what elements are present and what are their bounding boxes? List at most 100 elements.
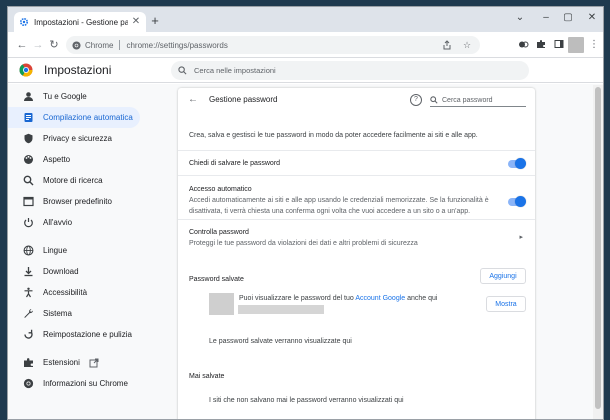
sidebar-item-label: Accessibilità — [43, 288, 88, 297]
sidebar-item-label: Aspetto — [43, 155, 71, 164]
sidebar-item-label: All'avvio — [43, 218, 73, 227]
tab-title: Impostazioni - Gestione passwo — [34, 17, 128, 27]
power-icon — [22, 217, 34, 229]
check-passwords-title: Controlla password — [189, 229, 249, 236]
show-account-passwords-button[interactable]: Mostra — [486, 296, 526, 312]
close-window-button[interactable]: ✕ — [582, 10, 602, 26]
help-icon[interactable]: ? — [410, 94, 422, 106]
sidebar-item-about-chrome[interactable]: Informazioni su Chrome — [8, 373, 140, 394]
page-title: Impostazioni — [44, 63, 112, 77]
sidebar-item-languages[interactable]: Lingue — [8, 240, 140, 261]
puzzle-icon[interactable] — [534, 37, 548, 51]
check-passwords-description: Proteggi le tue password da violazioni d… — [189, 240, 418, 247]
back-arrow-icon[interactable]: ← — [188, 94, 200, 106]
tab-settings[interactable]: Impostazioni - Gestione passwo ✕ — [14, 12, 146, 32]
check-passwords-row[interactable]: Controlla password Proteggi le tue passw… — [178, 219, 535, 254]
sidebar-item-label: Tu e Google — [43, 92, 87, 101]
sidebar-item-label: Sistema — [43, 309, 72, 318]
bookmark-star-icon[interactable]: ☆ — [460, 38, 474, 52]
search-icon — [430, 96, 438, 104]
sidebar-item-system[interactable]: Sistema — [8, 303, 140, 324]
forward-button[interactable]: → — [30, 37, 46, 53]
reload-button[interactable]: ↻ — [46, 37, 62, 53]
sidebar: Tu e Google Compilazione automatica Priv… — [8, 86, 148, 394]
settings-search-input[interactable]: Cerca nelle impostazioni — [171, 61, 529, 80]
account-avatar-placeholder — [209, 293, 234, 315]
saved-passwords-empty: Le password salvate verranno visualizzat… — [209, 338, 352, 345]
auto-signin-title: Accesso automatico — [189, 186, 252, 193]
url-text: chrome://settings/passwords — [126, 40, 228, 50]
auto-signin-row[interactable]: Accesso automatico Accedi automaticament… — [178, 175, 535, 219]
settings-content: Tu e Google Compilazione automatica Priv… — [8, 84, 603, 419]
sidebar-item-on-startup[interactable]: All'avvio — [8, 212, 140, 233]
address-separator — [119, 40, 121, 50]
sidebar-item-label: Motore di ricerca — [43, 176, 103, 185]
sidebar-item-label: Lingue — [43, 246, 68, 255]
browser-icon — [22, 196, 34, 208]
address-bar[interactable]: Chrome chrome://settings/passwords ☆ — [66, 36, 480, 54]
menu-kebab-icon[interactable]: ⋮ — [588, 37, 600, 53]
add-password-button[interactable]: Aggiungi — [480, 268, 526, 284]
sidebar-item-extensions[interactable]: Estensioni — [8, 352, 140, 373]
settings-header: Impostazioni Cerca nelle impostazioni — [8, 58, 603, 83]
intro-text: Crea, salva e gestisci le tue password i… — [189, 132, 478, 139]
sidebar-item-label: Download — [43, 267, 79, 276]
password-search-placeholder: Cerca password — [442, 96, 493, 104]
tab-search-chevron-icon[interactable]: ⌄ — [510, 10, 530, 26]
offer-save-label: Chiedi di salvare le password — [189, 160, 281, 167]
account-email-placeholder — [238, 305, 324, 314]
chrome-logo-icon — [19, 63, 33, 77]
search-icon — [178, 66, 187, 75]
sidebar-item-accessibility[interactable]: Accessibilità — [8, 282, 140, 303]
puzzle-icon — [22, 357, 34, 369]
sidebar-divider — [8, 345, 148, 352]
minimize-button[interactable]: – — [536, 10, 556, 26]
site-info[interactable]: Chrome — [72, 41, 113, 50]
sidebar-item-search-engine[interactable]: Motore di ricerca — [8, 170, 140, 191]
external-link-icon — [89, 358, 99, 368]
settings-search-placeholder: Cerca nelle impostazioni — [194, 66, 276, 75]
chrome-logo-icon — [72, 40, 81, 50]
share-icon[interactable] — [440, 38, 454, 52]
side-panel-icon[interactable] — [552, 37, 566, 51]
sidebar-item-privacy[interactable]: Privacy e sicurezza — [8, 128, 140, 149]
offer-save-row[interactable]: Chiedi di salvare le password — [178, 150, 535, 174]
scrollbar-thumb[interactable] — [595, 87, 601, 409]
account-passwords-info: Puoi visualizzare le password del tuo Ac… — [239, 295, 437, 302]
sidebar-item-default-browser[interactable]: Browser predefinito — [8, 191, 140, 212]
browser-window: Impostazioni - Gestione passwo ✕ + ⌄ – ▢… — [7, 6, 604, 420]
sidebar-item-label: Browser predefinito — [43, 197, 112, 206]
sidebar-item-label: Compilazione automatica — [43, 113, 133, 122]
sidebar-divider — [8, 233, 148, 240]
account-info-suffix: anche qui — [405, 295, 438, 302]
download-icon — [22, 266, 34, 278]
card-title: Gestione password — [209, 95, 278, 104]
accessibility-icon — [22, 287, 34, 299]
sidebar-item-label: Estensioni — [43, 358, 80, 367]
profile-avatar[interactable] — [568, 37, 584, 53]
settings-gear-icon — [19, 17, 29, 27]
autofill-icon — [22, 112, 34, 124]
account-info-prefix: Puoi visualizzare le password del tuo — [239, 295, 356, 302]
never-saved-empty: I siti che non salvano mai le password v… — [209, 397, 404, 404]
extension-avatar-icon[interactable] — [516, 37, 530, 51]
maximize-button[interactable]: ▢ — [558, 10, 578, 26]
auto-signin-description: Accedi automaticamente ai siti e alle ap… — [189, 197, 489, 215]
wrench-icon — [22, 308, 34, 320]
password-search-input[interactable]: Cerca password — [430, 94, 526, 107]
sidebar-item-appearance[interactable]: Aspetto — [8, 149, 140, 170]
search-icon — [22, 175, 34, 187]
new-tab-button[interactable]: + — [147, 13, 163, 29]
sidebar-item-reset[interactable]: Reimpostazione e pulizia — [8, 324, 140, 345]
password-manager-card: ← Gestione password ? Cerca password Cre… — [178, 88, 535, 419]
sidebar-item-you-and-google[interactable]: Tu e Google — [8, 86, 140, 107]
shield-icon — [22, 133, 34, 145]
never-saved-title: Mai salvate — [189, 373, 225, 380]
sidebar-item-downloads[interactable]: Download — [8, 261, 140, 282]
auto-signin-toggle[interactable] — [508, 196, 526, 207]
offer-save-toggle[interactable] — [508, 158, 526, 169]
back-button[interactable]: ← — [14, 37, 30, 53]
account-google-link[interactable]: Account Google — [355, 295, 405, 302]
tab-close-icon[interactable]: ✕ — [131, 17, 141, 27]
sidebar-item-autofill[interactable]: Compilazione automatica — [8, 107, 140, 128]
